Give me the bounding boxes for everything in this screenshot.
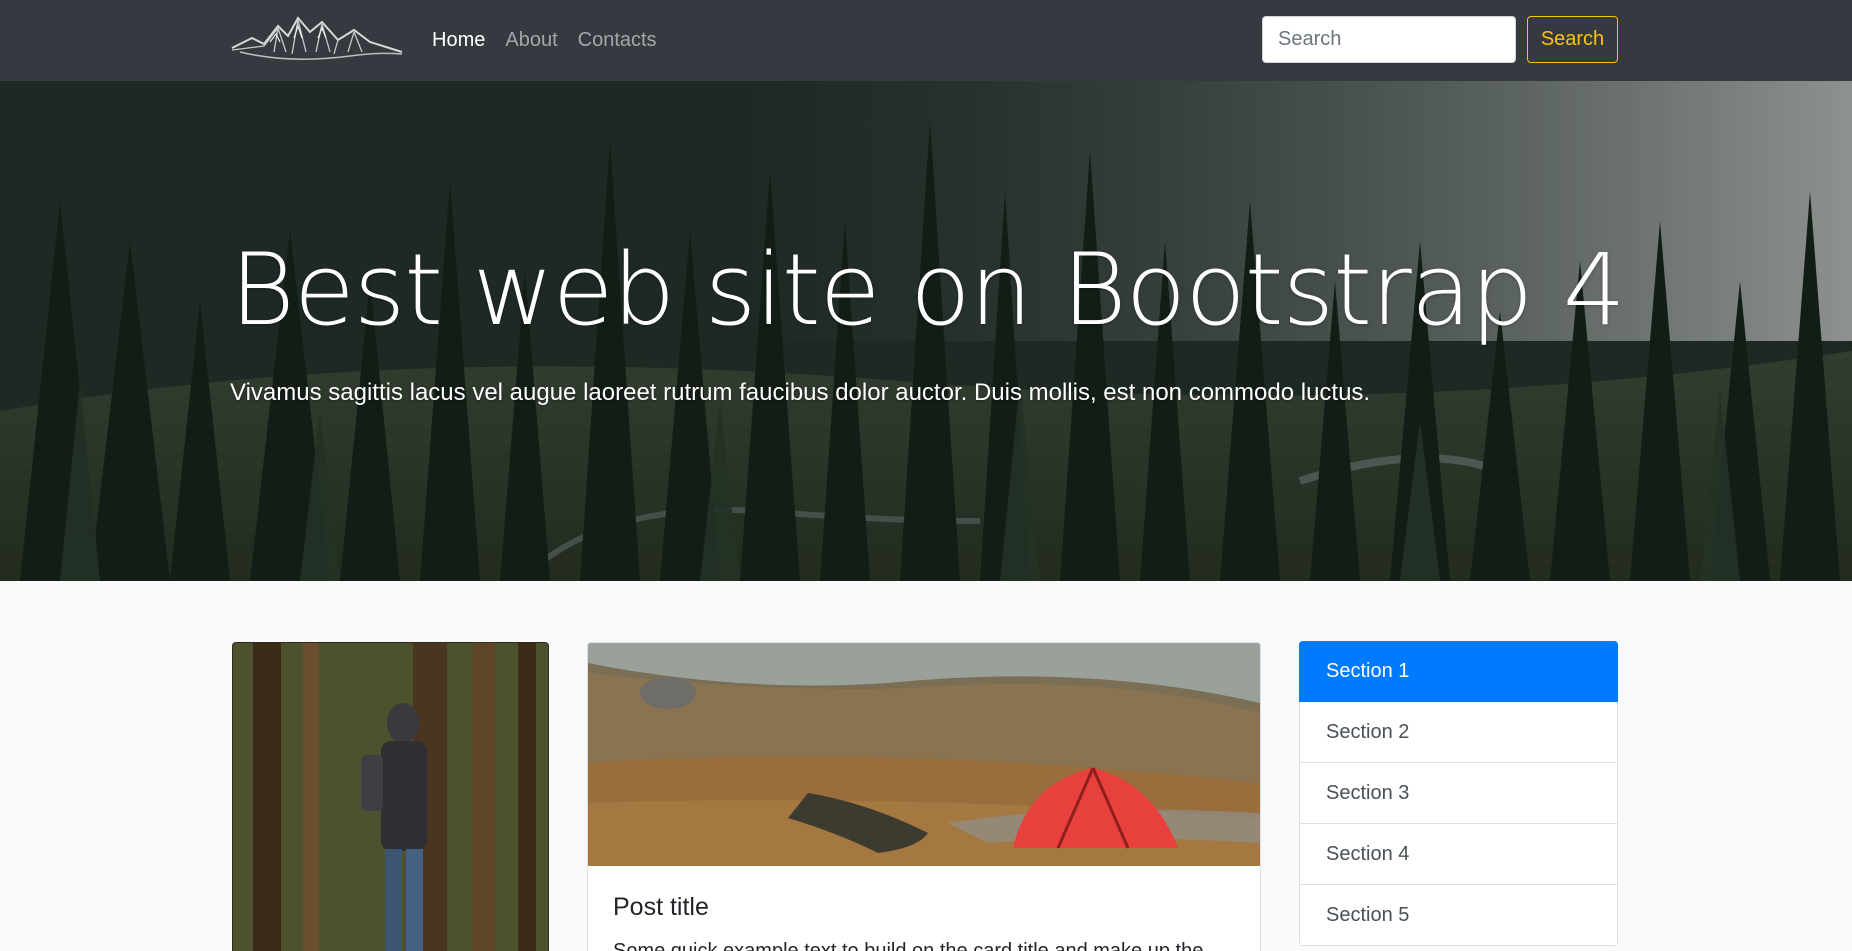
- post-title: Post title: [613, 893, 709, 921]
- hero-title: Best web site on Bootstrap 4: [230, 233, 1626, 348]
- card-hiker: [232, 642, 549, 951]
- post-text: Some quick example text to build on the …: [613, 940, 1204, 951]
- search-input[interactable]: [1262, 16, 1516, 63]
- list-item-section-2[interactable]: Section 2: [1299, 702, 1618, 763]
- sections-list: Section 1 Section 2 Section 3 Section 4 …: [1299, 641, 1618, 946]
- hero-jumbotron: Best web site on Bootstrap 4 Vivamus sag…: [0, 81, 1852, 581]
- card-post: Post title Some quick example text to bu…: [587, 642, 1261, 951]
- mountains-logo-icon[interactable]: [230, 12, 404, 66]
- hero-lead: Vivamus sagittis lacus vel augue laoreet…: [230, 379, 1371, 406]
- navbar: Home About Contacts Search: [0, 0, 1852, 81]
- list-item-section-1[interactable]: Section 1: [1299, 641, 1618, 702]
- list-item-section-5[interactable]: Section 5: [1299, 885, 1618, 946]
- nav-links: Home About Contacts: [432, 0, 657, 81]
- mountains-logo-svg: [231, 16, 403, 60]
- search-button[interactable]: Search: [1527, 16, 1618, 63]
- tent-scene-svg: [588, 643, 1260, 866]
- nav-link-about[interactable]: About: [505, 29, 557, 52]
- hiker-in-forest-image: [233, 643, 548, 951]
- nav-link-contacts[interactable]: Contacts: [578, 29, 657, 52]
- nav-link-home[interactable]: Home: [432, 29, 485, 52]
- list-item-section-4[interactable]: Section 4: [1299, 824, 1618, 885]
- list-item-section-3[interactable]: Section 3: [1299, 763, 1618, 824]
- red-tent-in-mountain-valley-image: [588, 643, 1260, 866]
